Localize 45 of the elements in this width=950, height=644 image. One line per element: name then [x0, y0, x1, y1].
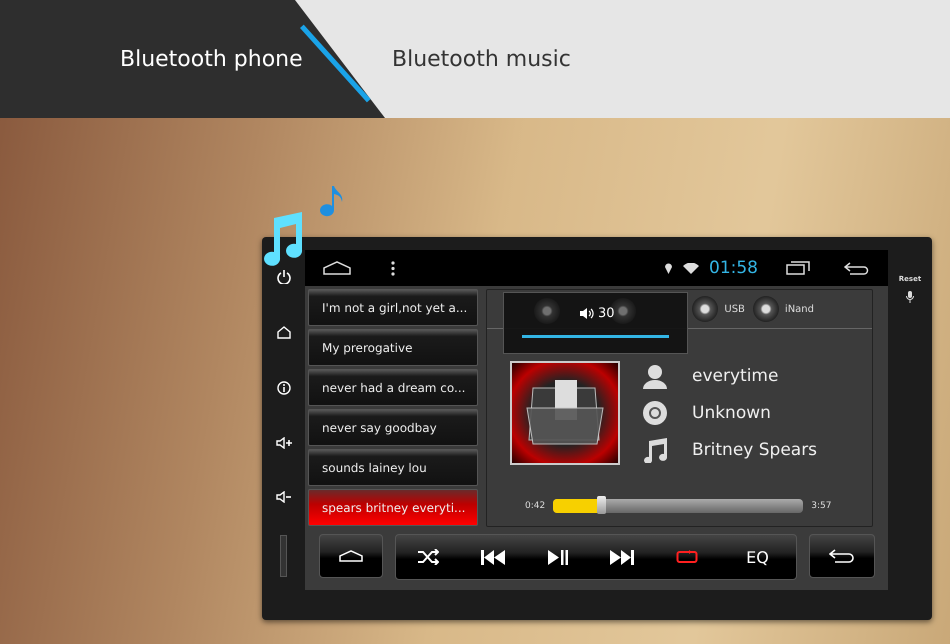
playlist-item[interactable]: My prerogative [308, 329, 478, 366]
track-album: Unknown [692, 403, 771, 423]
location-pin-icon [664, 262, 673, 274]
menu-icon[interactable] [391, 260, 395, 276]
info-icon[interactable] [276, 381, 290, 395]
previous-icon[interactable] [481, 550, 506, 564]
home-button[interactable] [319, 534, 383, 578]
wifi-icon [683, 262, 699, 274]
track-title: everytime [692, 366, 778, 386]
slider-thumb[interactable] [596, 496, 606, 514]
progress-slider[interactable] [553, 499, 804, 513]
playlist-item[interactable]: I'm not a girl,not yet a... [308, 289, 478, 326]
volume-down-icon[interactable] [276, 491, 292, 503]
play-pause-icon[interactable] [548, 550, 568, 564]
volume-value: 30 [598, 306, 615, 321]
repeat-icon[interactable] [676, 550, 698, 564]
header-tab[interactable]: Bluetooth phone [0, 0, 385, 118]
source-option[interactable]: iNand [752, 296, 814, 322]
playlist-item[interactable]: never say goodbay [308, 409, 478, 446]
elapsed-time: 0:42 [525, 501, 546, 511]
volume-up-icon[interactable] [276, 437, 292, 449]
back-button[interactable] [809, 534, 875, 578]
track-artist: Britney Spears [692, 440, 818, 460]
back-icon[interactable] [844, 262, 870, 274]
header-tab[interactable]: Bluetooth music [385, 0, 950, 118]
next-icon[interactable] [610, 550, 634, 564]
person-icon [642, 363, 668, 389]
playlist-item[interactable]: sounds lainey lou [308, 449, 478, 486]
recent-apps-icon[interactable] [786, 261, 810, 275]
speaker-icon [580, 308, 594, 319]
shuffle-icon[interactable] [417, 549, 440, 565]
disc-icon [642, 400, 668, 426]
home-icon[interactable] [323, 261, 351, 275]
playlist-item[interactable]: spears britney everyti... [308, 489, 478, 526]
card-slot [280, 535, 287, 577]
total-time: 3:57 [811, 501, 832, 511]
microphone-icon [906, 291, 914, 303]
clock-time: 01:58 [709, 258, 758, 278]
back-icon [829, 549, 855, 563]
power-icon[interactable] [276, 270, 290, 284]
home-icon [339, 550, 363, 562]
music-note-icon [642, 437, 668, 463]
knob-icon [534, 298, 560, 324]
playlist-item[interactable]: never had a dream co... [308, 369, 478, 406]
eq-button[interactable]: EQ [740, 546, 775, 568]
